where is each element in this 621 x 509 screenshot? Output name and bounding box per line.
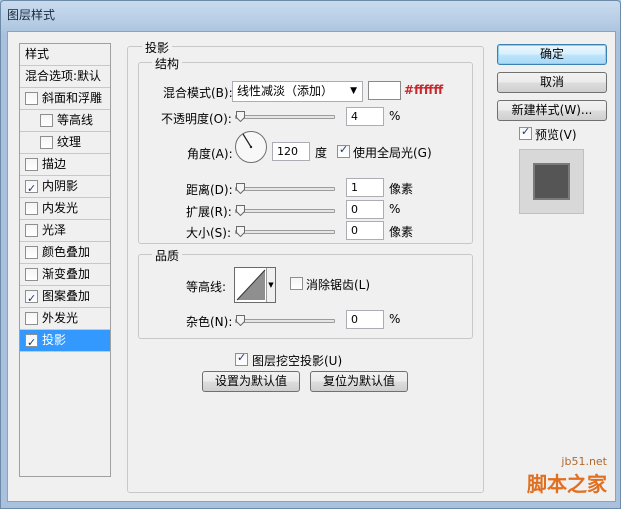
- outer-glow-checkbox[interactable]: [25, 312, 38, 325]
- distance-slider-thumb[interactable]: [236, 183, 245, 194]
- style-preview: [519, 149, 584, 214]
- global-light-label: 使用全局光(G): [353, 146, 432, 160]
- reset-default-button[interactable]: 复位为默认值: [310, 371, 408, 392]
- knockout-label: 图层挖空投影(U): [252, 354, 343, 368]
- title-bar: 图层样式: [1, 1, 620, 33]
- distance-input[interactable]: 1: [346, 178, 384, 197]
- blend-mode-label: 混合模式(B):: [163, 86, 233, 100]
- stroke-checkbox[interactable]: [25, 158, 38, 171]
- style-item-color-overlay[interactable]: 颜色叠加: [20, 242, 110, 264]
- opacity-label: 不透明度(O):: [161, 112, 232, 126]
- noise-slider-thumb[interactable]: [236, 315, 245, 326]
- opacity-input[interactable]: 4: [346, 107, 384, 126]
- color-overlay-checkbox[interactable]: [25, 246, 38, 259]
- noise-input[interactable]: 0: [346, 310, 384, 329]
- size-slider[interactable]: [235, 226, 335, 237]
- inner-shadow-checkbox[interactable]: [25, 178, 38, 199]
- blend-mode-select[interactable]: 线性减淡（添加） ▼: [232, 81, 363, 102]
- angle-unit: 度: [315, 146, 328, 160]
- window-title: 图层样式: [7, 8, 56, 22]
- pattern-overlay-checkbox[interactable]: [25, 288, 38, 309]
- drop-shadow-group: 投影 结构 混合模式(B): 线性减淡（添加） ▼ #ffffff 不透明度(O…: [127, 39, 484, 493]
- contour-preview-icon: [236, 269, 266, 301]
- size-input[interactable]: 0: [346, 221, 384, 240]
- distance-label: 距离(D):: [186, 183, 233, 197]
- inner-glow-checkbox[interactable]: [25, 202, 38, 215]
- blend-options-item[interactable]: 混合选项:默认: [20, 66, 110, 88]
- style-item-pattern-overlay[interactable]: 图案叠加: [20, 286, 110, 309]
- style-list: 样式 混合选项:默认 斜面和浮雕 等高线 纹理 描边 内阴影: [19, 43, 111, 477]
- style-item-inner-shadow[interactable]: 内阴影: [20, 176, 110, 199]
- watermark-site: jb51.net: [561, 455, 607, 468]
- gradient-overlay-checkbox[interactable]: [25, 268, 38, 281]
- size-slider-thumb[interactable]: [236, 226, 245, 237]
- knockout-checkbox[interactable]: [235, 351, 248, 366]
- bevel-emboss-checkbox[interactable]: [25, 92, 38, 105]
- spread-label: 扩展(R):: [186, 205, 232, 219]
- chevron-down-icon: ▼: [350, 86, 357, 96]
- antialias-checkbox[interactable]: [290, 277, 303, 290]
- style-item-gradient-overlay[interactable]: 渐变叠加: [20, 264, 110, 286]
- opacity-unit: %: [389, 109, 401, 123]
- opacity-slider[interactable]: [235, 111, 335, 122]
- distance-slider[interactable]: [235, 183, 335, 194]
- angle-dial[interactable]: [234, 130, 268, 164]
- shadow-color-swatch[interactable]: [368, 81, 401, 100]
- quality-group: 品质 等高线: ▼ 消除锯齿(L) 杂色(N): 0 %: [138, 247, 473, 339]
- style-item-drop-shadow[interactable]: 投影: [20, 330, 110, 353]
- structure-group: 结构 混合模式(B): 线性减淡（添加） ▼ #ffffff 不透明度(O): …: [138, 55, 473, 244]
- spread-slider-thumb[interactable]: [236, 205, 245, 216]
- antialias-label: 消除锯齿(L): [306, 278, 371, 292]
- dialog-client: 样式 混合选项:默认 斜面和浮雕 等高线 纹理 描边 内阴影: [7, 31, 616, 502]
- style-item-contour[interactable]: 等高线: [20, 110, 110, 132]
- style-item-bevel-emboss[interactable]: 斜面和浮雕: [20, 88, 110, 110]
- drop-shadow-title: 投影: [142, 39, 173, 56]
- shadow-color-hex: #ffffff: [404, 83, 444, 97]
- texture-checkbox[interactable]: [40, 136, 53, 149]
- make-default-button[interactable]: 设置为默认值: [202, 371, 300, 392]
- ok-button[interactable]: 确定: [497, 44, 607, 65]
- contour-dropdown-arrow-icon[interactable]: ▼: [266, 268, 275, 302]
- size-label: 大小(S):: [186, 226, 232, 240]
- new-style-button[interactable]: 新建样式(W)...: [497, 100, 607, 121]
- style-item-stroke[interactable]: 描边: [20, 154, 110, 176]
- contour-picker[interactable]: ▼: [234, 267, 276, 303]
- preview-label: 预览(V): [535, 128, 577, 142]
- noise-slider[interactable]: [235, 315, 335, 326]
- contour-label: 等高线:: [186, 280, 227, 294]
- satin-checkbox[interactable]: [25, 224, 38, 237]
- noise-label: 杂色(N):: [186, 315, 233, 329]
- style-item-inner-glow[interactable]: 内发光: [20, 198, 110, 220]
- opacity-slider-thumb[interactable]: [236, 111, 245, 122]
- preview-checkbox[interactable]: [519, 125, 532, 140]
- angle-input[interactable]: 120: [272, 142, 310, 161]
- structure-title: 结构: [152, 55, 183, 72]
- contour-checkbox[interactable]: [40, 114, 53, 127]
- preview-swatch: [535, 165, 568, 198]
- dialog-window: 图层样式 样式 混合选项:默认 斜面和浮雕 等高线 纹理 描边 ✓ 内阴影 内发…: [0, 0, 621, 509]
- noise-unit: %: [389, 312, 401, 326]
- angle-label: 角度(A):: [187, 147, 233, 161]
- spread-slider[interactable]: [235, 205, 335, 216]
- style-item-outer-glow[interactable]: 外发光: [20, 308, 110, 330]
- size-unit: 像素: [389, 225, 414, 239]
- spread-unit: %: [389, 202, 401, 216]
- style-item-texture[interactable]: 纹理: [20, 132, 110, 154]
- global-light-checkbox[interactable]: [337, 143, 350, 158]
- style-list-header: 样式: [20, 44, 110, 66]
- distance-unit: 像素: [389, 182, 414, 196]
- cancel-button[interactable]: 取消: [497, 72, 607, 93]
- drop-shadow-checkbox[interactable]: [25, 332, 38, 353]
- watermark-brand: 脚本之家: [527, 472, 607, 496]
- spread-input[interactable]: 0: [346, 200, 384, 219]
- quality-title: 品质: [152, 247, 183, 264]
- watermark: jb51.net 脚本之家: [527, 455, 607, 497]
- style-item-satin[interactable]: 光泽: [20, 220, 110, 242]
